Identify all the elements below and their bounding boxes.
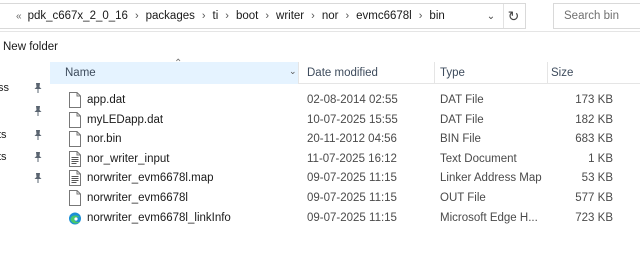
file-type: DAT File [440,113,484,126]
column-headers: Name ⌃ ⌄ Date modified Type Size [50,58,640,84]
file-date: 10-07-2025 15:55 [307,113,398,126]
file-size: 723 KB [575,211,613,224]
text-file-icon [69,170,81,187]
file-name: norwriter_evm6678l [87,192,188,204]
file-icon [69,111,81,128]
quick-access-item[interactable] [0,102,50,122]
quick-access-label: ts [0,151,7,163]
file-icon [69,190,81,206]
file-row[interactable]: norwriter_evm6678l.map 09-07-2025 11:15 Li… [50,168,640,188]
file-size: 53 KB [581,172,613,185]
file-name: app.dat [87,94,126,106]
file-date: 09-07-2025 11:15 [307,172,397,185]
new-folder-button[interactable]: New folder [3,41,58,53]
file-row[interactable]: norwriter_evm6678l_linkInfo 09-07-2025 11… [50,208,640,228]
file-name-cell[interactable]: norwriter_evm6678l [68,188,298,208]
file-name-cell[interactable]: myLEDapp.dat [68,110,298,130]
breadcrumb-item[interactable]: bin [429,10,444,22]
navigation-pane: ss ts ts [0,62,50,259]
column-header-name-label: Name [65,67,96,79]
pin-icon [34,83,42,93]
breadcrumb-item[interactable]: ti [213,10,219,22]
text-file-icon [69,150,81,167]
file-icon [69,92,81,108]
file-name-cell[interactable]: nor_writer_input [68,149,298,169]
column-header-name[interactable]: Name ⌃ ⌄ [50,58,298,84]
breadcrumb-item[interactable]: boot [236,10,258,22]
file-type: Text Document [440,152,517,165]
file-date: 20-11-2012 04:56 [307,133,397,146]
chevron-down-icon[interactable]: ⌄ [289,66,297,77]
file-size: 577 KB [575,192,613,204]
quick-access-item[interactable]: ts [0,126,50,146]
file-type: Microsoft Edge H... [440,211,538,224]
address-overflow-icon[interactable]: « [16,11,22,22]
file-date: 09-07-2025 11:15 [307,192,397,204]
file-type: DAT File [440,94,484,106]
chevron-down-icon[interactable]: ⌄ [481,4,501,28]
quick-access-item[interactable]: ss [0,79,50,99]
file-name: nor_writer_input [87,152,170,165]
chevron-right-icon[interactable]: › [202,10,206,22]
chevron-right-icon[interactable]: › [311,10,315,22]
search-placeholder: Search bin [564,10,619,22]
file-size: 182 KB [575,113,613,126]
search-input[interactable]: Search bin [553,3,640,29]
breadcrumb-item[interactable]: pdk_c667x_2_0_16 [28,10,128,22]
quick-access-item[interactable]: ts [0,148,50,168]
chevron-right-icon[interactable]: › [265,10,269,22]
refresh-icon[interactable]: ↻ [503,4,523,28]
file-date: 09-07-2025 11:15 [307,211,397,224]
file-name-cell[interactable]: app.dat [68,90,298,110]
sort-ascending-icon: ⌃ [174,58,183,69]
file-row[interactable]: nor_writer_input 11-07-2025 16:12 Text Doc… [50,149,640,169]
pin-icon [34,106,42,116]
file-size: 173 KB [575,94,613,106]
address-bar[interactable]: « pdk_c667x_2_0_16 › packages › ti › boot › writ… [0,3,526,29]
breadcrumb: pdk_c667x_2_0_16 › packages › ti › boot › writer… [28,10,445,22]
pin-icon [34,152,42,162]
chevron-right-icon[interactable]: › [135,10,139,22]
quick-access-item[interactable] [0,169,50,189]
column-header-type-label: Type [440,67,465,79]
column-header-date[interactable]: Date modified [299,62,435,84]
quick-access-label: ss [0,82,9,94]
file-name-cell[interactable]: norwriter_evm6678l_linkInfo [68,208,298,228]
file-icon [69,131,81,148]
column-header-type[interactable]: Type [435,62,548,84]
column-header-size[interactable]: Size [548,62,640,84]
breadcrumb-item[interactable]: packages [146,10,195,22]
file-row[interactable]: app.dat 02-08-2014 02:55 DAT File 173 KB [50,90,640,110]
file-name: nor.bin [87,133,122,146]
file-size: 1 KB [588,152,613,165]
file-name: myLEDapp.dat [87,113,164,126]
chevron-right-icon[interactable]: › [225,10,229,22]
breadcrumb-item[interactable]: nor [322,10,339,22]
file-name-cell[interactable]: norwriter_evm6678l.map [68,168,298,188]
file-row[interactable]: myLEDapp.dat 10-07-2025 15:55 DAT File 182 … [50,110,640,130]
chevron-right-icon[interactable]: › [419,10,423,22]
pin-icon [34,173,42,183]
file-name: norwriter_evm6678l.map [87,172,214,185]
toolbar: New folder [0,32,640,62]
file-date: 02-08-2014 02:55 [307,94,398,106]
file-row[interactable]: nor.bin 20-11-2012 04:56 BIN File 683 KB [50,129,640,149]
column-header-size-label: Size [551,67,574,79]
quick-access-label: ts [0,129,7,141]
file-name: norwriter_evm6678l_linkInfo [87,211,231,224]
chevron-right-icon[interactable]: › [345,10,349,22]
file-name-cell[interactable]: nor.bin [68,129,298,149]
edge-icon [69,212,81,225]
address-bar-region: « pdk_c667x_2_0_16 › packages › ti › boot › writ… [0,0,640,32]
column-header-date-label: Date modified [307,67,378,79]
file-type: OUT File [440,192,486,204]
file-row[interactable]: norwriter_evm6678l 09-07-2025 11:15 OUT Fi… [50,188,640,208]
breadcrumb-item[interactable]: writer [276,10,304,22]
breadcrumb-item[interactable]: evmc6678l [356,10,412,22]
file-type: Linker Address Map [440,172,542,185]
file-date: 11-07-2025 16:12 [307,152,397,165]
pin-icon [34,130,42,140]
file-type: BIN File [440,133,481,146]
file-size: 683 KB [575,133,613,146]
